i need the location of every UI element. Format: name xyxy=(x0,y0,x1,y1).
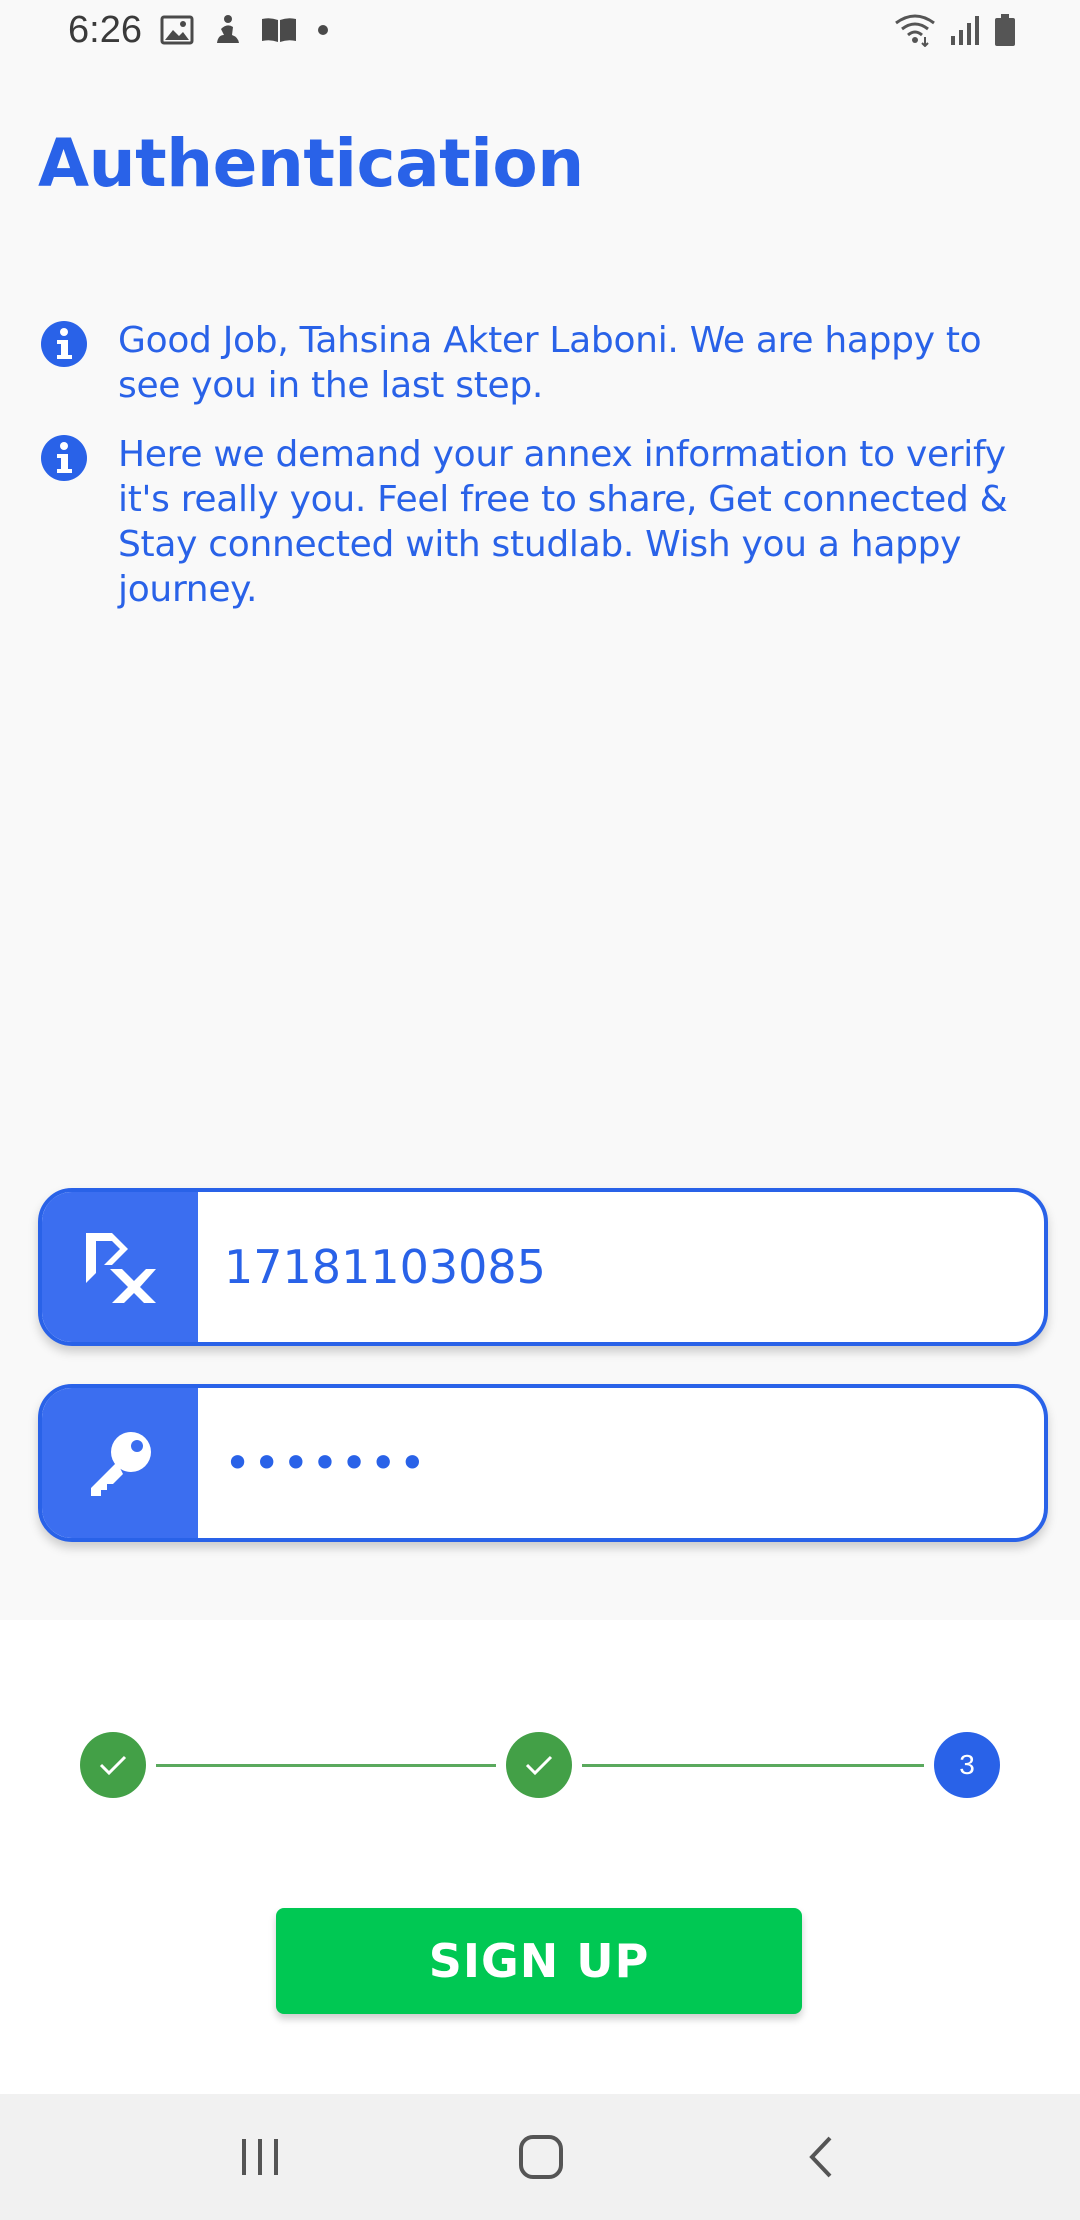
step-2-complete xyxy=(506,1732,572,1798)
student-id-value[interactable]: 17181103085 xyxy=(198,1192,546,1342)
sign-up-button[interactable]: SIGN UP xyxy=(276,1908,802,2014)
field-icon-box xyxy=(42,1388,198,1538)
info-text-2: Here we demand your annex information to… xyxy=(118,434,1008,610)
info-message-1: Good Job, Tahsina Akter Laboni. We are h… xyxy=(40,318,1050,408)
status-icons-right xyxy=(894,10,1016,50)
home-button[interactable] xyxy=(496,2122,586,2192)
info-message-2: Here we demand your annex information to… xyxy=(40,432,1050,612)
step-connector-2 xyxy=(582,1764,924,1767)
book-icon xyxy=(262,18,296,42)
step-3-current: 3 xyxy=(934,1732,1000,1798)
student-id-field[interactable]: 17181103085 xyxy=(38,1188,1048,1346)
key-icon xyxy=(91,1432,151,1496)
check-icon xyxy=(525,1755,553,1776)
password-field[interactable]: ••••••• xyxy=(38,1384,1048,1542)
field-icon-box xyxy=(42,1192,198,1342)
studlab-logo-icon xyxy=(86,1233,156,1303)
back-button[interactable] xyxy=(776,2122,866,2192)
password-value[interactable]: ••••••• xyxy=(198,1388,428,1538)
figure-icon xyxy=(217,15,239,43)
step-1-complete xyxy=(80,1732,146,1798)
info-text-1: Good Job, Tahsina Akter Laboni. We are h… xyxy=(118,320,982,406)
recent-apps-icon xyxy=(242,2139,278,2175)
status-icons-left xyxy=(160,12,330,48)
dot-icon xyxy=(318,25,328,35)
status-time: 6:26 xyxy=(68,9,142,51)
info-icon xyxy=(41,435,87,481)
image-icon xyxy=(160,15,194,45)
battery-icon xyxy=(995,14,1015,46)
signal-icon xyxy=(951,16,979,45)
recent-apps-button[interactable] xyxy=(215,2122,305,2192)
system-nav-bar xyxy=(0,2094,1080,2220)
home-icon xyxy=(519,2135,563,2179)
step-connector-1 xyxy=(156,1764,496,1767)
status-bar: 6:26 xyxy=(0,0,1080,60)
check-icon xyxy=(99,1755,127,1776)
info-icon xyxy=(41,321,87,367)
lower-panel xyxy=(0,1620,1080,2094)
progress-stepper: 3 xyxy=(0,1730,1080,1800)
back-icon xyxy=(809,2136,832,2178)
page-title: Authentication xyxy=(38,125,584,202)
wifi-icon xyxy=(895,14,935,47)
